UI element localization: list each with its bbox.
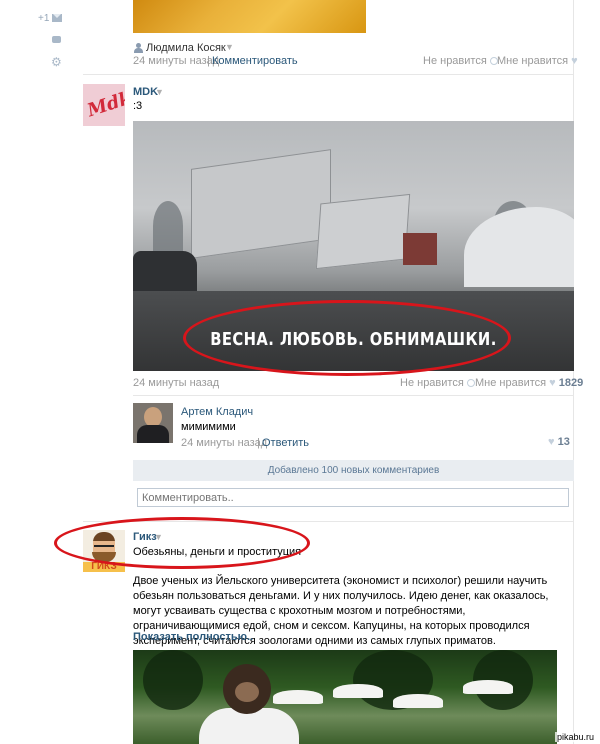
mdk-dislike[interactable]: Не нравится xyxy=(400,377,475,389)
like-count: 1829 xyxy=(558,377,584,389)
umbrella xyxy=(393,694,443,708)
gear-icon[interactable]: ⚙ xyxy=(51,56,62,68)
like-label: Мне нравится xyxy=(497,55,569,67)
top-post-image[interactable] xyxy=(133,0,366,33)
heart-icon: ♥ xyxy=(549,377,556,389)
top-post-like[interactable]: Мне нравится ♥ xyxy=(497,55,578,67)
dislike-label: Не нравится xyxy=(423,55,487,67)
show-more-link[interactable]: Показать полностью.. xyxy=(133,631,253,643)
comment-like[interactable]: ♥ 13 xyxy=(548,436,570,448)
red-annotation-oval xyxy=(54,517,310,569)
comment-like-count: 13 xyxy=(557,436,570,448)
comment-time: 24 минуты назад xyxy=(181,437,268,449)
chevron-down-icon[interactable]: ▼ xyxy=(155,87,164,97)
dislike-label: Не нравится xyxy=(400,377,464,389)
comment-text: мимимими xyxy=(181,421,236,433)
avatar-logo-text: Mdk xyxy=(84,87,125,122)
envelope-icon[interactable] xyxy=(52,14,62,22)
comments-divider xyxy=(133,395,574,396)
top-post-author[interactable]: Людмила Косяк xyxy=(146,42,226,54)
commenter-name[interactable]: Артем Кладич xyxy=(181,406,253,418)
comment-input[interactable] xyxy=(137,488,569,507)
tree xyxy=(153,201,183,251)
snow-pile xyxy=(464,207,574,287)
red-annotation-oval xyxy=(183,300,511,376)
notification-counter[interactable]: +1 xyxy=(38,13,49,24)
mdk-avatar[interactable]: Mdk xyxy=(83,84,125,126)
mdk-like[interactable]: Мне нравится ♥ 1829 xyxy=(475,377,583,389)
smiley-icon xyxy=(466,379,475,387)
chat-bubble-icon[interactable] xyxy=(52,36,61,43)
mdk-post-time: 24 минуты назад xyxy=(133,377,220,389)
reply-link[interactable]: Ответить xyxy=(262,437,309,449)
gikz-post-image[interactable] xyxy=(133,650,557,744)
top-post-comment-link[interactable]: Комментировать xyxy=(212,55,298,67)
umbrella xyxy=(333,684,383,698)
person-icon xyxy=(134,43,143,53)
top-post-dislike[interactable]: Не нравится xyxy=(423,55,498,67)
chevron-down-icon[interactable]: ▼ xyxy=(225,42,234,52)
truck-cab xyxy=(403,233,437,265)
heart-icon: ♥ xyxy=(571,55,578,67)
separator: | xyxy=(257,437,260,449)
truck-box xyxy=(191,149,331,259)
separator: | xyxy=(207,55,210,67)
truck-box xyxy=(315,193,411,270)
heart-icon: ♥ xyxy=(548,436,555,448)
palm-tree xyxy=(143,650,203,710)
umbrella xyxy=(273,690,323,704)
watermark: pikabu.ru xyxy=(554,732,596,742)
umbrella xyxy=(463,680,513,694)
like-label: Мне нравится xyxy=(475,377,547,389)
new-comments-bar[interactable]: Добавлено 100 новых комментариев xyxy=(133,460,574,481)
commenter-avatar[interactable] xyxy=(133,403,173,443)
post-divider xyxy=(83,74,573,75)
monkey xyxy=(223,664,271,714)
feed-border xyxy=(573,0,574,744)
mdk-post-text: :3 xyxy=(133,100,143,112)
